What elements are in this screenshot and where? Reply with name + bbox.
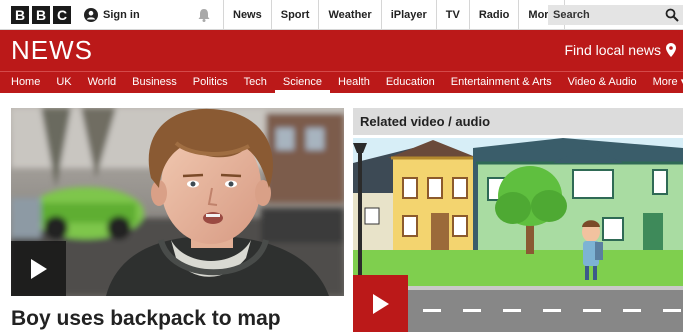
section-business[interactable]: Business — [124, 72, 185, 93]
person-icon — [84, 8, 98, 22]
find-local-label: Find local news — [564, 42, 662, 58]
search-icon[interactable] — [665, 8, 679, 22]
story-headline[interactable]: Boy uses backpack to map — [11, 306, 281, 332]
play-icon — [31, 259, 47, 279]
nav-radio[interactable]: Radio — [468, 0, 519, 30]
play-icon — [373, 294, 389, 314]
signin-label: Sign in — [103, 9, 140, 21]
signin-button[interactable]: Sign in — [84, 6, 140, 24]
nav-weather[interactable]: Weather — [318, 0, 380, 30]
nav-sport[interactable]: Sport — [270, 0, 319, 30]
section-world[interactable]: World — [80, 72, 125, 93]
search-box — [548, 5, 683, 25]
section-health[interactable]: Health — [330, 72, 378, 93]
section-science[interactable]: Science — [274, 72, 331, 93]
section-tech[interactable]: Tech — [236, 72, 275, 93]
logo-block: B — [32, 6, 50, 24]
search-input[interactable] — [548, 5, 663, 25]
section-video-audio[interactable]: Video & Audio — [560, 72, 645, 93]
bbc-logo[interactable]: B B C — [11, 6, 71, 24]
related-title: Related video / audio — [360, 114, 491, 129]
news-title[interactable]: NEWS — [11, 35, 93, 65]
section-home[interactable]: Home — [3, 72, 48, 93]
top-bar: B B C Sign in News Sport Weather iPlayer… — [0, 0, 683, 30]
related-play-button[interactable] — [353, 275, 408, 332]
section-nav: Home UK World Business Politics Tech Sci… — [0, 71, 683, 93]
find-local-news-link[interactable]: Find local news — [564, 42, 676, 58]
top-nav: News Sport Weather iPlayer TV Radio More… — [223, 0, 584, 30]
section-uk[interactable]: UK — [48, 72, 79, 93]
bell-icon[interactable] — [196, 7, 212, 23]
play-button[interactable] — [11, 241, 66, 296]
pin-icon — [666, 43, 676, 57]
nav-tv[interactable]: TV — [435, 0, 469, 30]
logo-block: C — [53, 6, 71, 24]
related-header: Related video / audio — [353, 108, 683, 135]
logo-block: B — [11, 6, 29, 24]
nav-iplayer[interactable]: iPlayer — [380, 0, 436, 30]
section-politics[interactable]: Politics — [185, 72, 236, 93]
section-education[interactable]: Education — [378, 72, 443, 93]
nav-news[interactable]: News — [223, 0, 271, 30]
news-header: NEWS Find local news — [0, 30, 683, 71]
section-more[interactable]: More ▾ — [645, 72, 683, 93]
section-entertainment[interactable]: Entertainment & Arts — [443, 72, 560, 93]
